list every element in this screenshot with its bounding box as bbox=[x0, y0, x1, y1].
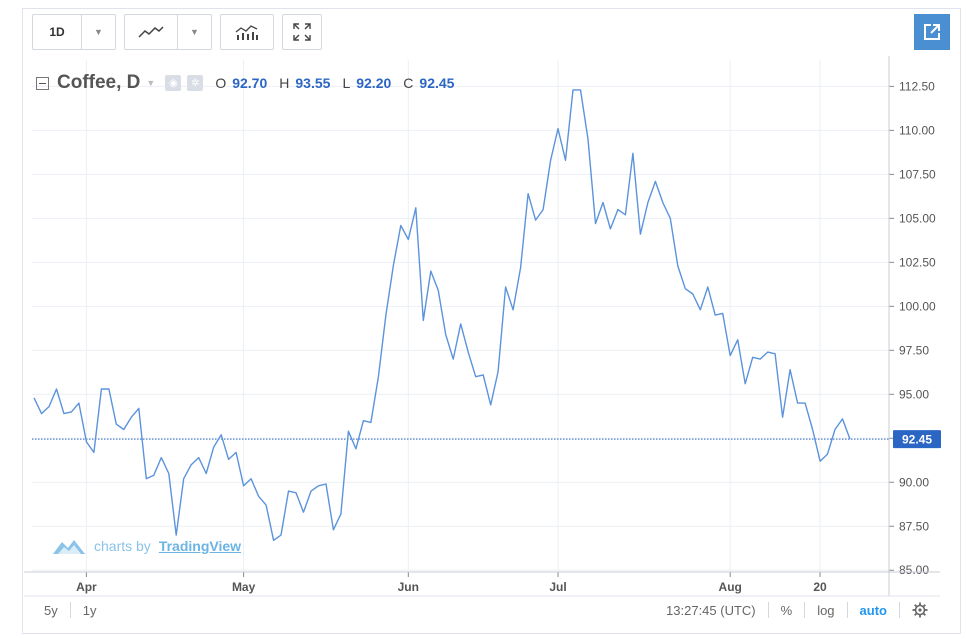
visibility-eye-icon[interactable]: ◉ bbox=[165, 75, 182, 91]
watermark-prefix: charts by bbox=[94, 538, 151, 554]
y-tick-label: 90.00 bbox=[899, 475, 929, 489]
watermark-brand-link[interactable]: TradingView bbox=[159, 538, 241, 554]
symbol-title: Coffee, D bbox=[57, 72, 141, 93]
low-value: 92.20 bbox=[356, 75, 392, 91]
bottom-toolbar: 5y 1y 13:27:45 (UTC) % log auto bbox=[32, 596, 940, 624]
y-tick-label: 97.50 bbox=[899, 343, 929, 357]
x-tick-label: Apr bbox=[76, 580, 97, 594]
chart-legend: Coffee, D ▼ ◉ ✲ O 92.70 H 93.55 L 92.20 … bbox=[36, 72, 454, 94]
close-value: 92.45 bbox=[419, 75, 455, 91]
low-label: L bbox=[342, 75, 351, 91]
log-scale-button[interactable]: log bbox=[805, 596, 846, 624]
x-tick-label: 20 bbox=[813, 580, 827, 594]
last-price-label: 92.45 bbox=[902, 433, 932, 447]
high-label: H bbox=[279, 75, 290, 91]
tradingview-logo-icon bbox=[53, 540, 85, 554]
y-tick-label: 107.50 bbox=[899, 167, 936, 181]
y-tick-label: 112.50 bbox=[899, 79, 935, 93]
clock-time: 13:27:45 (UTC) bbox=[666, 602, 756, 618]
collapse-legend-icon[interactable] bbox=[36, 76, 49, 90]
y-tick-label: 105.00 bbox=[899, 211, 936, 225]
y-tick-label: 87.50 bbox=[899, 519, 929, 533]
y-tick-label: 110.00 bbox=[899, 123, 935, 137]
tradingview-watermark[interactable]: charts by TradingView bbox=[52, 534, 241, 558]
y-tick-label: 85.00 bbox=[899, 563, 929, 577]
close-label: C bbox=[403, 75, 414, 91]
y-tick-label: 95.00 bbox=[899, 387, 929, 401]
high-value: 93.55 bbox=[295, 75, 331, 91]
open-value: 92.70 bbox=[232, 75, 268, 91]
range-5y-button[interactable]: 5y bbox=[32, 596, 70, 624]
x-tick-label: Aug bbox=[719, 580, 742, 594]
x-tick-label: Jun bbox=[398, 580, 419, 594]
y-tick-label: 100.00 bbox=[899, 299, 936, 313]
settings-gear-icon[interactable]: ✲ bbox=[187, 75, 204, 91]
y-tick-label: 102.50 bbox=[899, 255, 936, 269]
auto-scale-button[interactable]: auto bbox=[848, 596, 899, 624]
price-series-line bbox=[33, 89, 851, 541]
symbol-menu-icon[interactable]: ▼ bbox=[146, 78, 155, 88]
percent-scale-button[interactable]: % bbox=[769, 596, 805, 624]
range-1y-button[interactable]: 1y bbox=[71, 596, 109, 624]
open-label: O bbox=[215, 75, 227, 91]
chart-settings-gear-icon[interactable] bbox=[900, 596, 940, 624]
x-tick-label: Jul bbox=[549, 580, 566, 594]
x-tick-label: May bbox=[232, 580, 256, 594]
